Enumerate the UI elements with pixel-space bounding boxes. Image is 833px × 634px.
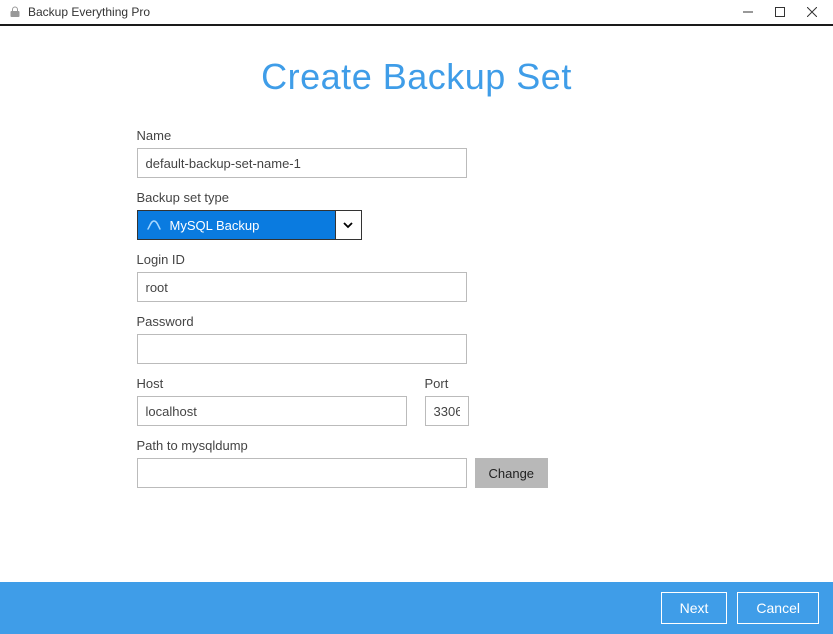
host-field: Host — [137, 376, 407, 426]
mysql-icon — [146, 217, 162, 233]
backup-type-label: Backup set type — [137, 190, 567, 205]
password-field: Password — [137, 314, 567, 364]
login-id-label: Login ID — [137, 252, 567, 267]
backup-type-display[interactable]: MySQL Backup — [138, 211, 335, 239]
port-field: Port — [425, 376, 469, 426]
name-input[interactable] — [137, 148, 467, 178]
port-input[interactable] — [425, 396, 469, 426]
change-button[interactable]: Change — [475, 458, 549, 488]
window-controls — [741, 5, 825, 19]
password-input[interactable] — [137, 334, 467, 364]
app-icon — [8, 5, 22, 19]
content-area: Create Backup Set Name Backup set type M… — [0, 26, 833, 582]
next-button[interactable]: Next — [661, 592, 728, 624]
host-label: Host — [137, 376, 407, 391]
host-input[interactable] — [137, 396, 407, 426]
chevron-down-icon[interactable] — [335, 211, 361, 239]
mysqldump-label: Path to mysqldump — [137, 438, 567, 453]
name-field: Name — [137, 128, 567, 178]
window-title: Backup Everything Pro — [28, 5, 735, 19]
password-label: Password — [137, 314, 567, 329]
backup-type-value: MySQL Backup — [170, 218, 260, 233]
footer: Next Cancel — [0, 582, 833, 634]
backup-type-field: Backup set type MySQL Backup — [137, 190, 567, 240]
name-label: Name — [137, 128, 567, 143]
minimize-button[interactable] — [741, 5, 755, 19]
page-title: Create Backup Set — [261, 56, 572, 98]
titlebar: Backup Everything Pro — [0, 0, 833, 26]
close-button[interactable] — [805, 5, 819, 19]
backup-form: Name Backup set type MySQL Backup Login … — [137, 128, 567, 500]
mysqldump-input[interactable] — [137, 458, 467, 488]
cancel-button[interactable]: Cancel — [737, 592, 819, 624]
maximize-button[interactable] — [773, 5, 787, 19]
mysqldump-path-row: Change — [137, 458, 567, 488]
mysqldump-field: Path to mysqldump Change — [137, 438, 567, 488]
login-id-input[interactable] — [137, 272, 467, 302]
host-port-row: Host Port — [137, 376, 567, 438]
login-id-field: Login ID — [137, 252, 567, 302]
port-label: Port — [425, 376, 469, 391]
backup-type-select[interactable]: MySQL Backup — [137, 210, 362, 240]
